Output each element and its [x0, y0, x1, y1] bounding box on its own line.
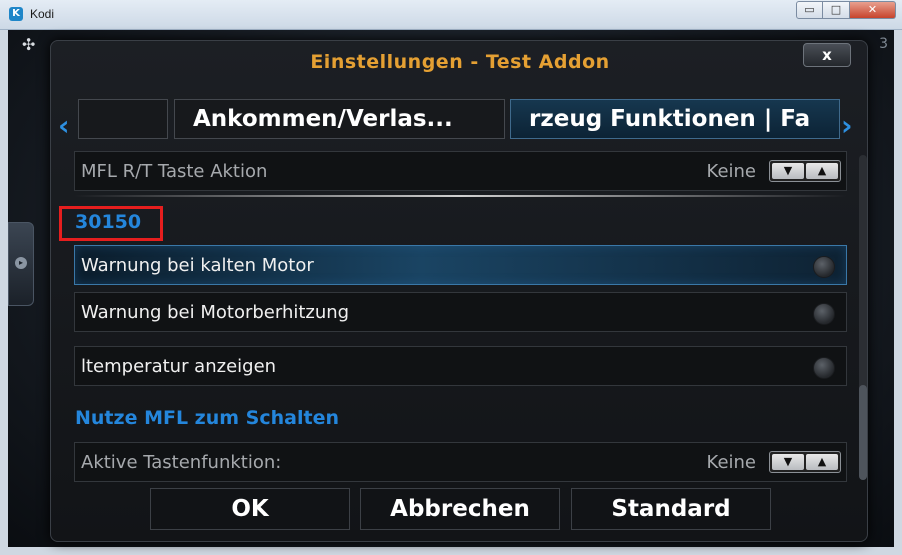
spinner-up-button[interactable]: ▲ [806, 454, 838, 470]
scrollbar-thumb[interactable] [859, 385, 867, 480]
value-spinner: ▼ ▲ [769, 160, 841, 182]
window-titlebar: K Kodi ▭ □ ✕ [0, 0, 902, 30]
spinner-down-button[interactable]: ▼ [772, 454, 804, 470]
window-close-button[interactable]: ✕ [850, 1, 896, 19]
setting-label: Aktive Tastenfunktion: [81, 452, 282, 473]
tab-ankommen[interactable]: Ankommen/Verlas... [174, 99, 505, 139]
setting-value: Keine [706, 161, 756, 182]
side-menu-arrow-icon: ▸ [15, 257, 27, 269]
window-title: Kodi [30, 7, 55, 21]
setting-temperature-display[interactable]: ltemperatur anzeigen [74, 346, 847, 386]
setting-cold-engine-warning[interactable]: Warnung bei kalten Motor [74, 245, 847, 285]
section-divider [74, 195, 847, 197]
spinner-down-button[interactable]: ▼ [772, 163, 804, 179]
spinner-up-button[interactable]: ▲ [806, 163, 838, 179]
background-digit: 3 [879, 36, 888, 52]
highlight-annotation [59, 206, 163, 241]
section-header-mfl: Nutze MFL zum Schalten [75, 407, 339, 429]
dialog-close-button[interactable]: x [803, 43, 851, 67]
setting-overheat-warning[interactable]: Warnung bei Motorberhitzung [74, 292, 847, 332]
radio-toggle-icon[interactable] [813, 357, 835, 379]
setting-label: MFL R/T Taste Aktion [81, 161, 268, 182]
setting-active-key-function[interactable]: Aktive Tastenfunktion: Keine ▼ ▲ [74, 442, 847, 482]
value-spinner: ▼ ▲ [769, 451, 841, 473]
default-button[interactable]: Standard [571, 488, 771, 530]
radio-toggle-icon[interactable] [813, 303, 835, 325]
setting-mfl-rt-action[interactable]: MFL R/T Taste Aktion Keine ▼ ▲ [74, 151, 847, 191]
tab-next-icon[interactable]: › [841, 109, 853, 142]
dialog-title: Einstellungen - Test Addon [310, 51, 610, 73]
setting-label: Warnung bei Motorberhitzung [81, 302, 350, 323]
settings-dialog: Einstellungen - Test Addon x ‹ Ankommen/… [50, 40, 868, 542]
window-controls: ▭ □ ✕ [796, 1, 896, 19]
tab-fahrzeug-funktionen[interactable]: rzeug Funktionen | Fa [510, 99, 840, 139]
puzzle-icon: ✣ [22, 35, 36, 54]
setting-value: Keine [706, 452, 756, 473]
tab-prev-icon[interactable]: ‹ [58, 109, 70, 142]
setting-label: Warnung bei kalten Motor [81, 255, 314, 276]
kodi-icon: K [9, 7, 23, 21]
maximize-button[interactable]: □ [823, 1, 850, 19]
cancel-button[interactable]: Abbrechen [360, 488, 560, 530]
radio-toggle-icon[interactable] [813, 256, 835, 278]
ok-button[interactable]: OK [150, 488, 350, 530]
tab-previous[interactable] [78, 99, 168, 139]
minimize-button[interactable]: ▭ [796, 1, 823, 19]
setting-label: ltemperatur anzeigen [81, 356, 277, 377]
